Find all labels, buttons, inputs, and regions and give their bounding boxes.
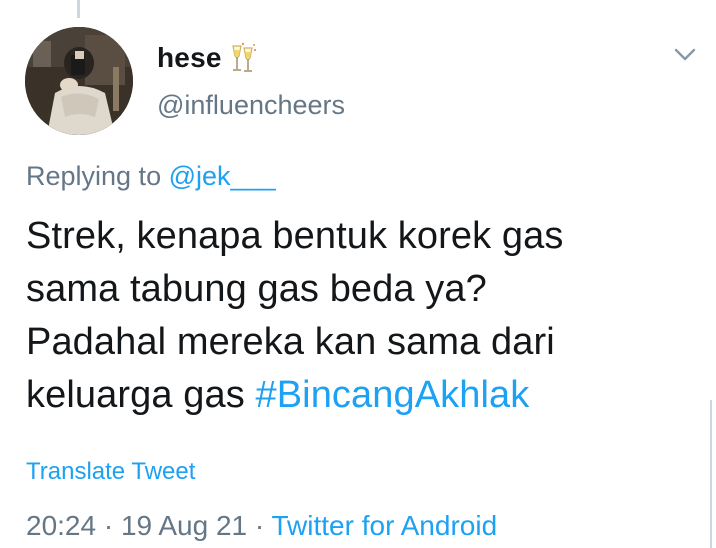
tweet-text-line: Padahal mereka kan sama dari — [26, 321, 555, 363]
scrollbar-edge — [710, 400, 712, 548]
replying-to: Replying to @jek___ — [26, 161, 276, 192]
display-name[interactable]: hese — [157, 42, 222, 74]
tweet-text: Strek, kenapa bentuk korek gas sama tabu… — [26, 210, 686, 422]
reply-mention-link[interactable]: @jek___ — [169, 161, 276, 191]
thread-connector-line — [77, 0, 80, 18]
tweet-source-link[interactable]: Twitter for Android — [271, 510, 497, 541]
hashtag-link[interactable]: #BincangAkhlak — [255, 374, 529, 416]
champagne-toast-icon — [228, 42, 258, 74]
tweet-meta: 20:24 · 19 Aug 21 · Twitter for Android — [26, 510, 497, 542]
translate-tweet-link[interactable]: Translate Tweet — [26, 458, 195, 486]
tweet-text-line-last: keluarga gas #BincangAkhlak — [26, 369, 686, 422]
name-row: hese — [157, 40, 258, 76]
avatar[interactable] — [25, 27, 133, 135]
tweet-text-segment: keluarga gas — [26, 374, 245, 416]
tweet-date[interactable]: 19 Aug 21 — [121, 510, 247, 541]
tweet-text-line: Strek, kenapa bentuk korek gas — [26, 215, 564, 257]
tweet-text-line: sama tabung gas beda ya? — [26, 268, 487, 310]
user-handle[interactable]: @influencheers — [157, 90, 345, 121]
tweet-time[interactable]: 20:24 — [26, 510, 96, 541]
chevron-down-icon[interactable] — [674, 48, 696, 62]
replying-to-label: Replying to — [26, 161, 162, 191]
meta-separator: · — [96, 510, 121, 541]
tweet-card: hese @influencheers Replying to @jek___ … — [0, 0, 716, 548]
meta-separator: · — [247, 510, 272, 541]
